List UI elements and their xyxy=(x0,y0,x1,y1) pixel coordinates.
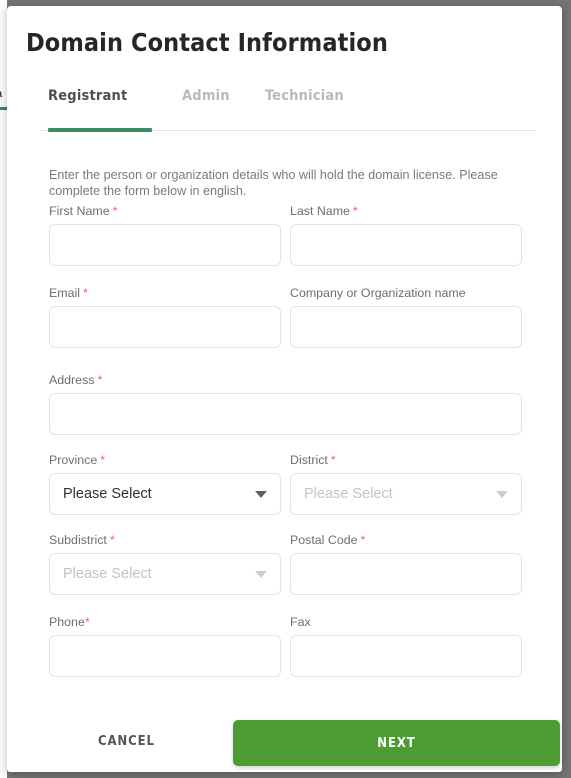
province-select-value: Please Select xyxy=(63,486,152,502)
next-button[interactable]: NEXT xyxy=(233,720,560,766)
district-select[interactable]: Please Select xyxy=(290,473,522,515)
field-phone: Phone* xyxy=(49,615,281,677)
address-input[interactable] xyxy=(49,393,522,435)
chevron-down-icon xyxy=(255,491,267,498)
label-text: First Name xyxy=(49,204,110,218)
cancel-button[interactable]: CANCEL xyxy=(94,728,159,755)
label-text: Email xyxy=(49,286,80,300)
background-page-accent-rule xyxy=(0,107,7,110)
form-intro-text: Enter the person or organization details… xyxy=(49,168,498,198)
district-select-value: Please Select xyxy=(304,486,393,502)
tab-registrant[interactable]: Registrant xyxy=(48,88,127,124)
email-field[interactable] xyxy=(49,306,281,348)
label-text: District xyxy=(290,453,328,467)
required-asterisk: * xyxy=(82,286,88,300)
field-label-subdistrict: Subdistrict * xyxy=(49,533,281,547)
phone-input[interactable] xyxy=(49,635,281,677)
field-first-name: First Name * xyxy=(49,204,281,266)
field-label-email: Email * xyxy=(49,286,281,300)
label-text: Fax xyxy=(290,615,311,629)
field-label-address: Address * xyxy=(49,373,522,387)
label-text: Company or Organization name xyxy=(290,286,466,300)
chevron-down-icon xyxy=(255,571,267,578)
field-last-name: Last Name * xyxy=(290,204,522,266)
tab-technician[interactable]: Technician xyxy=(265,88,344,124)
subdistrict-select[interactable]: Please Select xyxy=(49,553,281,595)
field-postal-code: Postal Code * xyxy=(290,533,522,595)
contact-tabs: Registrant Admin Technician xyxy=(40,88,528,133)
domain-contact-modal: Domain Contact Information Registrant Ad… xyxy=(7,6,562,772)
tab-active-indicator xyxy=(48,128,152,132)
background-page-text: a xyxy=(0,88,2,100)
field-fax: Fax xyxy=(290,615,522,677)
postal-code-input[interactable] xyxy=(290,553,522,595)
required-asterisk: * xyxy=(352,204,358,218)
chevron-down-icon xyxy=(496,491,508,498)
required-asterisk: * xyxy=(360,533,366,547)
field-label-fax: Fax xyxy=(290,615,522,629)
field-address: Address * xyxy=(49,373,522,435)
field-label-district: District * xyxy=(290,453,522,467)
label-text: Subdistrict xyxy=(49,533,107,547)
field-email: Email * xyxy=(49,286,281,348)
last-name-input[interactable] xyxy=(290,224,522,266)
required-asterisk: * xyxy=(330,453,336,467)
field-label-province: Province * xyxy=(49,453,281,467)
label-text: Postal Code xyxy=(290,533,358,547)
label-text: Last Name xyxy=(290,204,350,218)
field-label-first-name: First Name * xyxy=(49,204,281,218)
modal-footer: CANCEL NEXT xyxy=(7,714,562,772)
field-label-company: Company or Organization name xyxy=(290,286,522,300)
field-label-last-name: Last Name * xyxy=(290,204,522,218)
required-asterisk: * xyxy=(97,373,103,387)
field-subdistrict: Subdistrict * Please Select xyxy=(49,533,281,595)
field-label-phone: Phone* xyxy=(49,615,281,629)
required-asterisk: * xyxy=(100,453,106,467)
label-text: Phone xyxy=(49,615,85,629)
required-asterisk: * xyxy=(84,615,90,629)
page-title: Domain Contact Information xyxy=(26,28,388,57)
required-asterisk: * xyxy=(112,204,118,218)
fax-input[interactable] xyxy=(290,635,522,677)
subdistrict-select-value: Please Select xyxy=(63,566,152,582)
label-text: Address xyxy=(49,373,95,387)
first-name-input[interactable] xyxy=(49,224,281,266)
field-district: District * Please Select xyxy=(290,453,522,515)
field-province: Province * Please Select xyxy=(49,453,281,515)
province-select[interactable]: Please Select xyxy=(49,473,281,515)
background-page-sliver: a xyxy=(0,0,7,778)
company-input[interactable] xyxy=(290,306,522,348)
field-label-postal-code: Postal Code * xyxy=(290,533,522,547)
label-text: Province xyxy=(49,453,98,467)
field-company: Company or Organization name xyxy=(290,286,522,348)
tab-admin[interactable]: Admin xyxy=(182,88,230,124)
required-asterisk: * xyxy=(109,533,115,547)
